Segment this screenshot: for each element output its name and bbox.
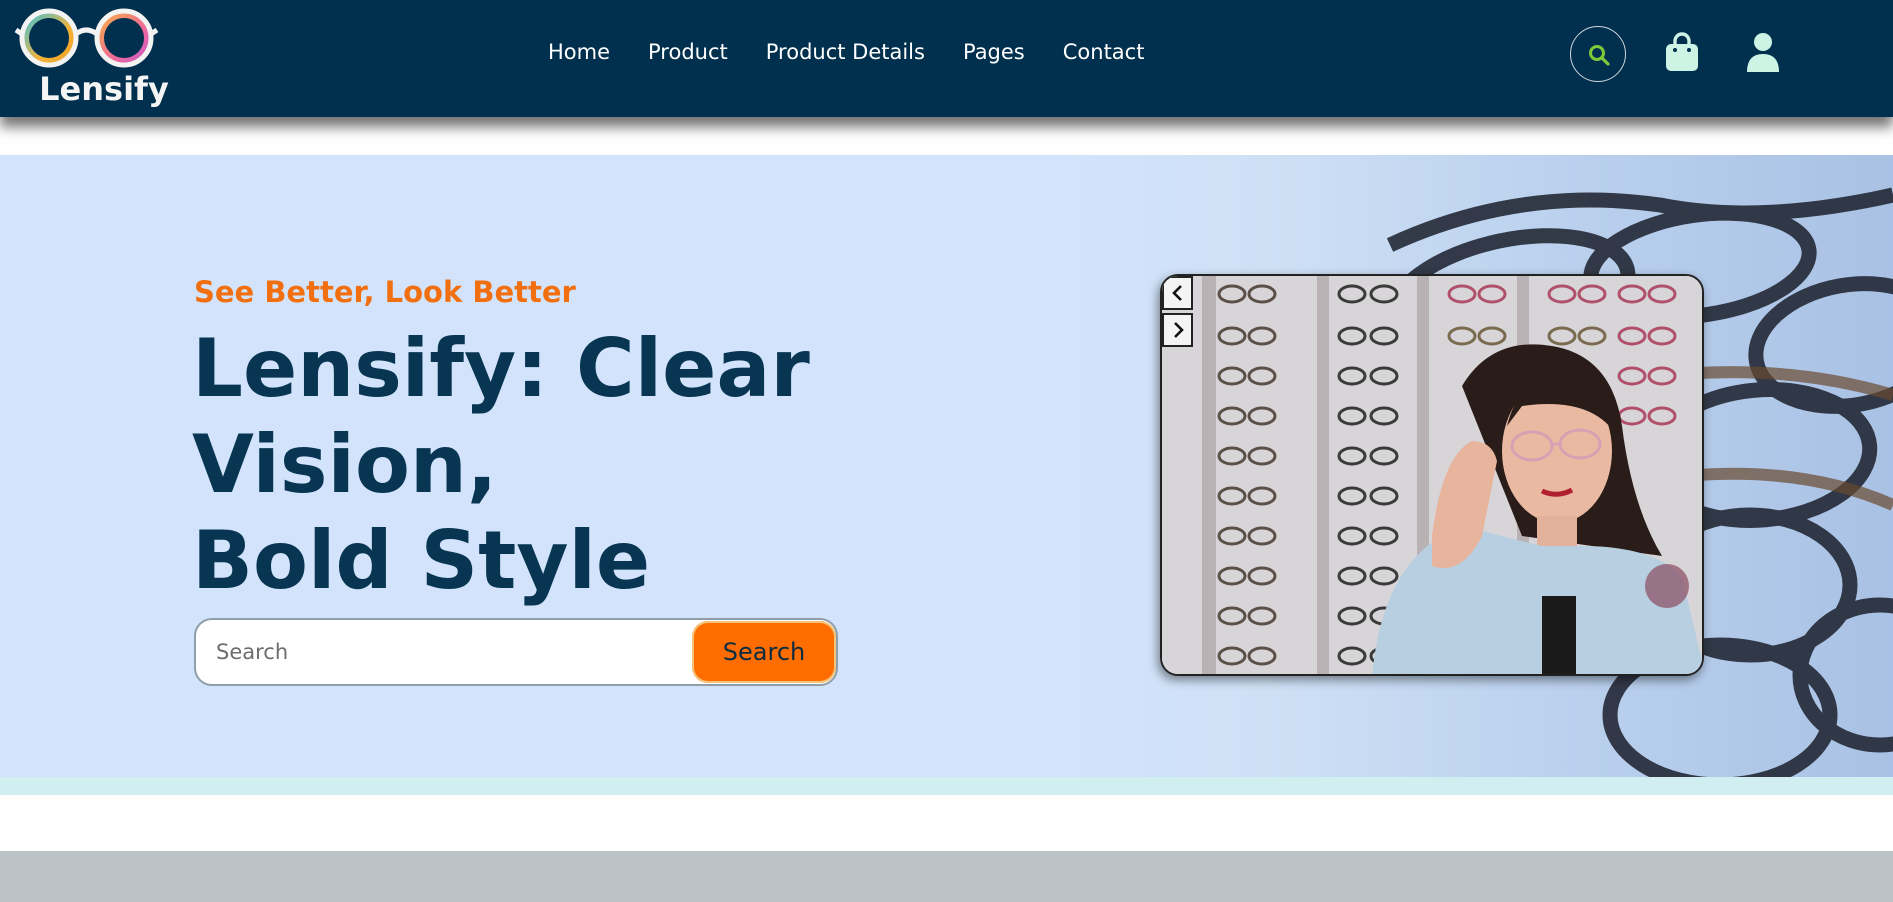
brand-logo[interactable]: Lensify — [14, 4, 170, 108]
hero-section: See Better, Look Better Lensify: Clear V… — [0, 155, 1893, 777]
chevron-right-icon — [1173, 322, 1184, 338]
main-nav: Home Product Product Details Pages Conta… — [548, 40, 1182, 64]
nav-link-pages[interactable]: Pages — [963, 40, 1025, 64]
account-button[interactable] — [1745, 32, 1781, 76]
nav-link-contact[interactable]: Contact — [1063, 40, 1145, 64]
hero-headline: Lensify: Clear Vision, Bold Style — [192, 321, 892, 609]
shopping-bag-icon — [1666, 32, 1698, 71]
top-navbar: Lensify Home Product Product Details Pag… — [0, 0, 1893, 117]
hero-headline-line-2: Vision, — [192, 418, 498, 511]
woman-with-glasses-photo — [1162, 276, 1702, 674]
nav-link-product[interactable]: Product — [648, 40, 728, 64]
hero-image-carousel — [1160, 274, 1704, 676]
carousel-next-button[interactable] — [1162, 313, 1193, 347]
carousel-prev-button[interactable] — [1162, 276, 1193, 310]
hero-headline-line-3: Bold Style — [192, 514, 651, 607]
nav-link-home[interactable]: Home — [548, 40, 610, 64]
hero-search-button[interactable]: Search — [692, 621, 836, 683]
hero-headline-line-1: Lensify: Clear — [192, 322, 810, 415]
user-icon — [1747, 33, 1779, 72]
brand-name: Lensify — [39, 70, 169, 108]
search-icon — [1589, 45, 1610, 66]
header-search-button[interactable] — [1570, 26, 1626, 82]
chevron-left-icon — [1171, 285, 1182, 301]
section-divider-strip — [0, 777, 1893, 795]
cart-button[interactable] — [1664, 32, 1700, 76]
hero-tagline: See Better, Look Better — [194, 275, 576, 309]
nav-link-product-details[interactable]: Product Details — [766, 40, 925, 64]
hero-search-input[interactable] — [196, 620, 686, 684]
next-section-band — [0, 851, 1893, 902]
hero-search-bar: Search — [194, 618, 838, 686]
